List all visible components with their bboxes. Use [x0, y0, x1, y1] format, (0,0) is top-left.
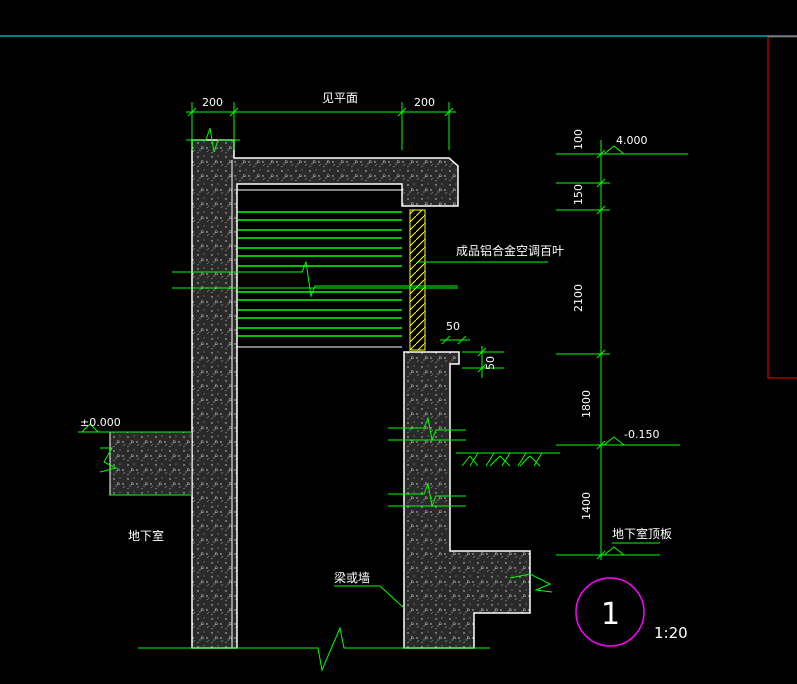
elev-top: 4.000 [616, 134, 648, 147]
dim-top-middle: 见平面 [322, 91, 358, 105]
dim-1800: 1800 [580, 390, 593, 418]
dim-50a: 50 [446, 320, 460, 333]
dim-top-left: 200 [202, 96, 223, 109]
label-louver: 成品铝合金空调百叶 [456, 243, 564, 258]
dim-2100: 2100 [572, 284, 585, 312]
label-beam-wall: 梁或墙 [334, 570, 370, 585]
detail-number: 1 [601, 597, 620, 632]
elev-ground-right: -0.150 [624, 428, 659, 441]
label-basement: 地下室 [128, 528, 164, 543]
louver-slats [238, 211, 402, 337]
detail-scale: 1:20 [654, 624, 688, 642]
dim-vertical [78, 140, 688, 560]
cad-drawing: 200 见平面 200 100 150 2100 1800 1400 50 50… [0, 35, 797, 672]
concrete-structure [109, 139, 531, 649]
elev-ground-left: ±0.000 [80, 416, 121, 429]
louver-frame-strip [409, 209, 426, 351]
drawing-frame [767, 36, 797, 379]
label-basement-roof: 地下室顶板 [612, 526, 672, 541]
dim-1400: 1400 [580, 492, 593, 520]
dim-top-right: 200 [414, 96, 435, 109]
dim-150: 150 [572, 184, 585, 205]
dim-100: 100 [572, 129, 585, 150]
dim-50b: 50 [484, 356, 497, 370]
opening-lines [231, 160, 402, 648]
